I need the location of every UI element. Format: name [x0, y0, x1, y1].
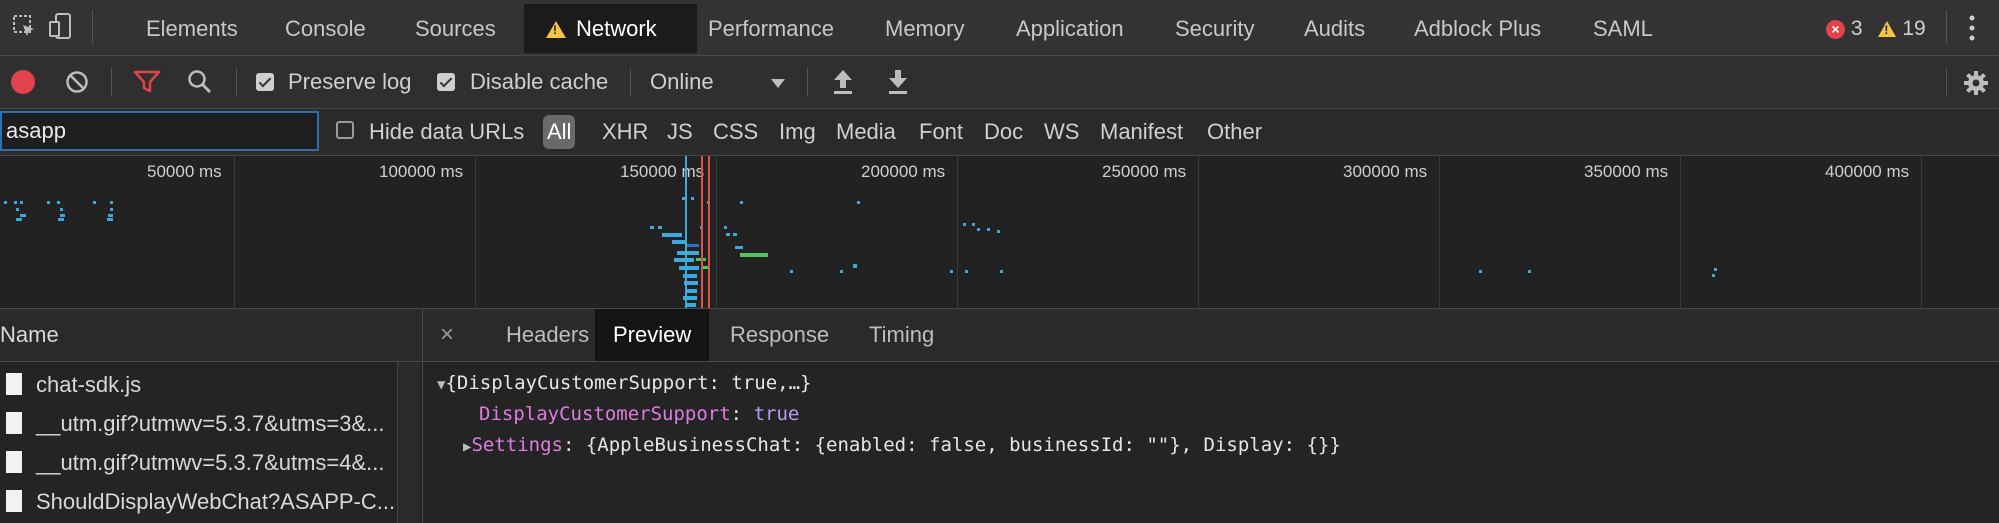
- hide-data-urls-label: Hide data URLs: [369, 119, 525, 144]
- tab-audits[interactable]: Audits: [1282, 4, 1387, 53]
- issues-counter[interactable]: × 3 19: [1826, 4, 1926, 53]
- tab-performance[interactable]: Performance: [686, 4, 856, 53]
- request-name: __utm.gif?utmwv=5.3.7&utms=3&...: [36, 411, 385, 436]
- preserve-log-label: Preserve log: [288, 69, 412, 94]
- file-icon: [6, 490, 22, 512]
- search-icon[interactable]: [187, 69, 213, 95]
- request-name: chat-sdk.js: [36, 372, 142, 397]
- chevron-down-icon: [771, 79, 785, 88]
- filter-type-css[interactable]: CSS: [713, 109, 758, 155]
- disable-cache-checkbox[interactable]: [437, 73, 455, 91]
- request-row[interactable]: ShouldDisplayWebChat?ASAPP-C...: [0, 482, 396, 521]
- file-icon: [6, 451, 22, 473]
- detail-tabs: × Headers Preview Response Timing: [423, 309, 1999, 362]
- filter-type-all[interactable]: All: [543, 115, 576, 149]
- name-column-header[interactable]: Name: [0, 309, 422, 362]
- export-har-icon[interactable]: [886, 68, 910, 96]
- tab-response[interactable]: Response: [712, 309, 847, 361]
- request-name: __utm.gif?utmwv=5.3.7&utms=4&...: [36, 450, 385, 475]
- network-toolbar: Preserve log Disable cache Online: [0, 56, 1999, 109]
- request-waterfall-overview: [4, 156, 1717, 308]
- request-detail-panel: × Headers Preview Response Timing ▼{Disp…: [423, 309, 1999, 523]
- file-icon: [6, 412, 22, 434]
- throttling-value: Online: [650, 69, 714, 94]
- property-separator: :: [730, 403, 754, 425]
- throttling-select[interactable]: Online: [650, 56, 790, 108]
- filter-type-xhr[interactable]: XHR: [602, 109, 648, 155]
- clear-icon[interactable]: [65, 70, 89, 94]
- tab-security[interactable]: Security: [1153, 4, 1276, 53]
- toolbar-divider: [236, 68, 237, 96]
- toolbar-divider: [1946, 68, 1947, 96]
- preview-settings-node[interactable]: ▶Settings: {AppleBusinessChat: {enabled:…: [463, 434, 1341, 456]
- preview-root-node[interactable]: ▼{DisplayCustomerSupport: true,…}: [437, 372, 811, 394]
- tab-sources[interactable]: Sources: [393, 4, 518, 53]
- vertical-scrollbar[interactable]: [397, 362, 420, 523]
- network-overview[interactable]: 50000 ms 100000 ms 150000 ms 200000 ms 2…: [0, 156, 1999, 309]
- preserve-log-checkbox[interactable]: [256, 73, 274, 91]
- toolbar-divider: [630, 68, 631, 96]
- filter-type-other[interactable]: Other: [1207, 109, 1262, 155]
- filter-type-js[interactable]: JS: [667, 109, 693, 155]
- tab-application[interactable]: Application: [994, 4, 1146, 53]
- tab-network[interactable]: Network: [524, 4, 697, 53]
- toolbar-divider: [111, 68, 112, 96]
- error-icon: ×: [1826, 20, 1845, 39]
- import-har-icon[interactable]: [831, 68, 855, 96]
- filter-type-media[interactable]: Media: [836, 109, 896, 155]
- filter-type-ws[interactable]: WS: [1044, 109, 1079, 155]
- property-key: Settings: [471, 434, 563, 456]
- property-value: true: [753, 403, 800, 425]
- warning-count: 19: [1902, 17, 1926, 40]
- settings-gear-icon[interactable]: [1963, 70, 1989, 96]
- warning-icon: [546, 21, 566, 38]
- filter-type-font[interactable]: Font: [919, 109, 963, 155]
- device-toolbar-icon[interactable]: [48, 12, 74, 42]
- hide-data-urls-checkbox[interactable]: [336, 121, 354, 139]
- tab-memory[interactable]: Memory: [863, 4, 986, 53]
- close-icon[interactable]: ×: [440, 309, 454, 361]
- warning-count-icon: [1878, 21, 1897, 37]
- filter-input[interactable]: [0, 111, 319, 151]
- filter-type-manifest[interactable]: Manifest: [1100, 109, 1183, 155]
- toolbar-divider: [807, 68, 808, 96]
- tab-elements[interactable]: Elements: [124, 4, 260, 53]
- request-row[interactable]: __utm.gif?utmwv=5.3.7&utms=4&...: [0, 443, 396, 482]
- tab-timing[interactable]: Timing: [851, 309, 952, 361]
- tab-saml[interactable]: SAML: [1571, 4, 1675, 53]
- preview-root-summary: {DisplayCustomerSupport: true,…}: [445, 372, 812, 394]
- tab-network-label: Network: [576, 16, 657, 41]
- request-row[interactable]: chat-sdk.js: [0, 365, 396, 404]
- property-value: : {AppleBusinessChat: {enabled: false, b…: [562, 434, 1341, 456]
- tab-preview[interactable]: Preview: [595, 309, 710, 361]
- tab-divider: [92, 10, 93, 44]
- request-name: ShouldDisplayWebChat?ASAPP-C...: [36, 489, 396, 514]
- filter-bar: Hide data URLs All XHR JS CSS Img Media …: [0, 109, 1999, 156]
- tab-headers[interactable]: Headers: [488, 309, 607, 361]
- devtools-tab-bar: Elements Console Sources Network Perform…: [0, 0, 1999, 56]
- preview-property-row: DisplayCustomerSupport: true: [479, 403, 799, 425]
- disable-cache-label: Disable cache: [470, 69, 609, 94]
- tab-adblock-plus[interactable]: Adblock Plus: [1392, 4, 1563, 53]
- file-icon: [6, 373, 22, 395]
- request-row[interactable]: __utm.gif?utmwv=5.3.7&utms=3&...: [0, 404, 396, 443]
- tab-console[interactable]: Console: [263, 4, 388, 53]
- record-button[interactable]: [11, 70, 35, 94]
- tab-divider: [1946, 10, 1947, 44]
- filter-type-doc[interactable]: Doc: [984, 109, 1023, 155]
- requests-panel: Name chat-sdk.js __utm.gif?utmwv=5.3.7&u…: [0, 309, 423, 523]
- inspect-element-icon[interactable]: [12, 14, 38, 40]
- more-options-icon[interactable]: [1968, 14, 1976, 42]
- filter-icon[interactable]: [133, 70, 161, 94]
- filter-type-img[interactable]: Img: [779, 109, 816, 155]
- error-count: 3: [1850, 17, 1863, 40]
- property-key: DisplayCustomerSupport: [479, 403, 731, 425]
